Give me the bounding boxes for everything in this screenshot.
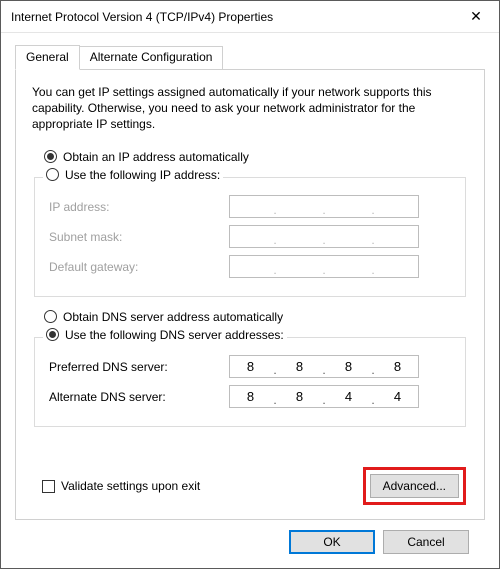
radio-label: Use the following DNS server addresses:	[65, 328, 284, 342]
alternate-dns-input[interactable]: 8. 8. 4. 4	[229, 385, 419, 408]
radio-icon	[46, 168, 59, 181]
field-label: Preferred DNS server:	[49, 360, 229, 374]
validate-label: Validate settings upon exit	[61, 479, 200, 493]
window: Internet Protocol Version 4 (TCP/IPv4) P…	[0, 0, 500, 569]
ok-button[interactable]: OK	[289, 530, 375, 554]
field-ip-address: IP address: . . .	[49, 194, 451, 220]
radio-dns-manual[interactable]: Use the following DNS server addresses:	[43, 328, 287, 342]
default-gateway-input: . . .	[229, 255, 419, 278]
radio-icon	[46, 328, 59, 341]
advanced-highlight: Advanced...	[363, 467, 466, 505]
field-subnet-mask: Subnet mask: . . .	[49, 224, 451, 250]
field-alternate-dns: Alternate DNS server: 8. 8. 4. 4	[49, 384, 451, 410]
field-preferred-dns: Preferred DNS server: 8. 8. 8. 8	[49, 354, 451, 380]
close-button[interactable]: ✕	[453, 1, 499, 32]
subnet-mask-input: . . .	[229, 225, 419, 248]
intro-text: You can get IP settings assigned automat…	[32, 84, 468, 133]
field-default-gateway: Default gateway: . . .	[49, 254, 451, 280]
group-dns-manual: Use the following DNS server addresses: …	[34, 337, 466, 427]
tab-alternate-configuration[interactable]: Alternate Configuration	[80, 46, 224, 70]
close-icon: ✕	[470, 8, 482, 25]
preferred-dns-input[interactable]: 8. 8. 8. 8	[229, 355, 419, 378]
radio-label: Obtain DNS server address automatically	[63, 310, 283, 324]
dialog-footer: OK Cancel	[15, 520, 485, 554]
validate-checkbox[interactable]	[42, 480, 55, 493]
radio-label: Obtain an IP address automatically	[63, 150, 249, 164]
radio-ip-manual[interactable]: Use the following IP address:	[43, 168, 223, 182]
field-label: Default gateway:	[49, 260, 229, 274]
field-label: Subnet mask:	[49, 230, 229, 244]
ip-address-input: . . .	[229, 195, 419, 218]
cancel-button[interactable]: Cancel	[383, 530, 469, 554]
field-label: IP address:	[49, 200, 229, 214]
advanced-button[interactable]: Advanced...	[370, 474, 459, 498]
radio-dns-auto[interactable]: Obtain DNS server address automatically	[44, 310, 468, 324]
group-ip-manual: Use the following IP address: IP address…	[34, 177, 466, 297]
content: General Alternate Configuration You can …	[1, 33, 499, 568]
tab-panel-general: You can get IP settings assigned automat…	[15, 69, 485, 520]
bottom-row: Validate settings upon exit Advanced...	[32, 461, 468, 507]
radio-icon	[44, 310, 57, 323]
radio-label: Use the following IP address:	[65, 168, 220, 182]
window-title: Internet Protocol Version 4 (TCP/IPv4) P…	[11, 10, 453, 24]
titlebar: Internet Protocol Version 4 (TCP/IPv4) P…	[1, 1, 499, 33]
radio-ip-auto[interactable]: Obtain an IP address automatically	[44, 150, 468, 164]
tab-strip: General Alternate Configuration	[15, 45, 485, 69]
radio-icon	[44, 150, 57, 163]
field-label: Alternate DNS server:	[49, 390, 229, 404]
tab-general[interactable]: General	[15, 45, 80, 70]
